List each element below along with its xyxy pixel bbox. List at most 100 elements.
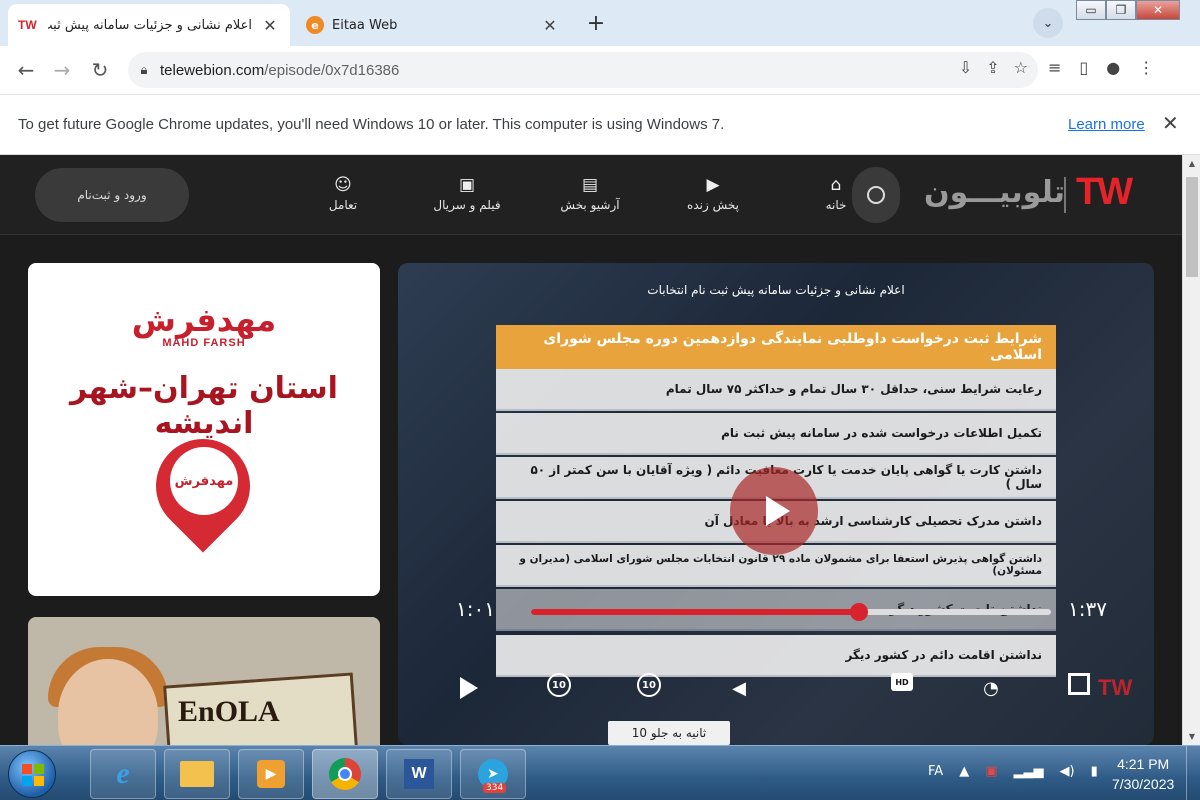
tab-close-icon[interactable]: ✕: [260, 16, 280, 35]
site-logo-text[interactable]: تلوبیـــون: [924, 175, 1065, 210]
power-icon[interactable]: ▮: [1091, 764, 1098, 779]
infobar-close-icon[interactable]: ✕: [1162, 111, 1179, 135]
ad-title: EnOLA: [178, 695, 280, 728]
play-button[interactable]: [454, 673, 484, 703]
video-player[interactable]: اعلام نشانی و جزئیات سامانه پیش ثبت نام …: [398, 263, 1154, 745]
nav-film-series[interactable]: ▣ فیلم و سریال: [422, 175, 512, 212]
volume-icon[interactable]: ◀: [724, 673, 754, 703]
quality-hd-button[interactable]: HD: [891, 673, 913, 691]
tab-telewebion[interactable]: TW اعلام نشانی و جزئیات سامانه پیش ثبت ن…: [8, 4, 290, 46]
new-tab-button[interactable]: +: [580, 8, 612, 38]
nav-interact[interactable]: ☺ تعامل: [298, 175, 388, 212]
tab-title: اعلام نشانی و جزئیات سامانه پیش ثبت نام: [48, 17, 252, 33]
site-logo-tw[interactable]: TW: [1076, 171, 1133, 214]
nav-live[interactable]: ▶ پخش زنده: [668, 175, 758, 212]
telegram-badge: 334: [483, 783, 507, 793]
network-error-icon[interactable]: ▣: [985, 764, 997, 779]
video-card-row: تکمیل اطلاعات درخواست شده در سامانه پیش …: [496, 413, 1056, 455]
video-card-row: رعایت شرایط سنی، حداقل ۳۰ سال تمام و حدا…: [496, 369, 1056, 411]
time-remaining: ۱:۰۱: [456, 597, 495, 621]
browser-tabstrip: TW اعلام نشانی و جزئیات سامانه پیش ثبت ن…: [0, 0, 1200, 46]
nav-label: آرشیو بخش: [560, 198, 620, 212]
fullscreen-button[interactable]: [1068, 673, 1090, 695]
signal-icon[interactable]: ▂▃▅: [1013, 764, 1043, 779]
language-indicator[interactable]: FA: [928, 764, 943, 779]
lock-icon[interactable]: 🔒︎: [128, 63, 160, 78]
telewebion-favicon: TW: [18, 18, 37, 32]
eitaa-icon: e: [306, 16, 324, 34]
windows-logo-icon: [22, 764, 44, 786]
tab-title: Eitaa Web: [332, 17, 398, 33]
volume-tray-icon[interactable]: ◀): [1059, 764, 1074, 779]
reading-list-icon[interactable]: ≡: [1048, 58, 1061, 77]
install-icon[interactable]: ⇩: [959, 58, 972, 77]
taskbar-ie[interactable]: e: [90, 749, 156, 799]
url-host: telewebion.com: [160, 61, 265, 79]
start-button[interactable]: [8, 750, 56, 798]
interact-icon: ☺: [334, 175, 352, 195]
taskbar-clock[interactable]: 4:21 PM 7/30/2023: [1112, 754, 1174, 794]
explorer-icon: [180, 761, 214, 787]
time-elapsed: ۱:۳۷: [1068, 597, 1107, 621]
scroll-down-icon[interactable]: ▼: [1183, 732, 1200, 741]
forward-button[interactable]: →: [48, 56, 76, 84]
chrome-menu-icon[interactable]: ⋮: [1138, 58, 1154, 77]
system-tray: FA ▲ ▣ ▂▃▅ ◀) ▮: [928, 764, 1098, 779]
site-search-button[interactable]: [852, 167, 900, 223]
login-button[interactable]: ورود و ثبت‌نام: [35, 168, 189, 222]
seek-handle[interactable]: [849, 603, 868, 621]
taskbar-word[interactable]: W: [386, 749, 452, 799]
share-icon[interactable]: ⇪: [986, 58, 999, 77]
show-hidden-icons[interactable]: ▲: [959, 764, 969, 779]
tab-close-icon[interactable]: ✕: [540, 16, 560, 35]
url-path: /episode/0x7d16386: [264, 61, 400, 79]
learn-more-link[interactable]: Learn more: [1068, 116, 1145, 133]
forward-10-button[interactable]: 10: [637, 673, 661, 697]
scroll-thumb[interactable]: [1186, 177, 1198, 277]
ad-brand-fa: مهدفرش: [131, 301, 277, 339]
seek-progress: [531, 609, 859, 615]
back-button[interactable]: ←: [12, 56, 40, 84]
show-desktop-button[interactable]: [1186, 746, 1200, 800]
pin-logo: مهدفرش: [170, 447, 238, 515]
seek-bar[interactable]: [531, 603, 1051, 621]
bookmark-star-icon[interactable]: ☆: [1014, 58, 1028, 77]
infobar-message: To get future Google Chrome updates, you…: [18, 116, 725, 133]
taskbar-telegram[interactable]: ➤ 334: [460, 749, 526, 799]
skip-tooltip: 10 ثانیه به جلو: [608, 721, 730, 745]
window-close-button[interactable]: ✕: [1136, 0, 1180, 20]
nav-label: فیلم و سریال: [433, 198, 501, 212]
side-panel-icon[interactable]: ▯: [1079, 58, 1088, 77]
scroll-up-icon[interactable]: ▲: [1183, 159, 1200, 168]
ad-enola[interactable]: EnOLA: [28, 617, 380, 745]
taskbar-chrome[interactable]: [312, 749, 378, 799]
address-bar[interactable]: 🔒︎ telewebion.com/episode/0x7d16386 ⇩ ⇪ …: [128, 52, 1038, 88]
nav-label: تعامل: [328, 198, 358, 212]
video-card-header: شرایط ثبت درخواست داوطلبی نمایندگی دوازد…: [496, 325, 1056, 369]
taskbar-media-player[interactable]: ▶: [238, 749, 304, 799]
big-play-button[interactable]: [730, 467, 818, 555]
telewebion-page: ورود و ثبت‌نام ☺ تعامل ▣ فیلم و سریال ▤ …: [0, 155, 1182, 745]
restore-button[interactable]: ❐: [1106, 0, 1136, 20]
clock-date: 7/30/2023: [1112, 776, 1175, 792]
search-icon: [867, 186, 885, 204]
word-icon: W: [404, 759, 434, 789]
page-scrollbar[interactable]: ▲ ▼: [1182, 155, 1200, 745]
ad-brand-en: MAHD FARSH: [162, 337, 246, 349]
speed-gauge-icon[interactable]: ◔: [976, 673, 1006, 703]
tab-eitaa[interactable]: e Eitaa Web ✕: [296, 4, 570, 46]
minimize-button[interactable]: ▭: [1076, 0, 1106, 20]
window-controls: ▭ ❐ ✕: [1076, 0, 1180, 22]
rewind-10-button[interactable]: 10: [547, 673, 571, 697]
windows-taskbar: e ▶ W ➤ 334 FA ▲ ▣ ▂▃▅ ◀) ▮ 4:21 PM 7/30…: [0, 745, 1200, 800]
nav-label: پخش زنده: [687, 198, 739, 212]
nav-archive[interactable]: ▤ آرشیو بخش: [545, 175, 635, 212]
ad-location-text: استان تهران–شهر اندیشه: [70, 371, 338, 441]
profile-icon[interactable]: ●: [1106, 58, 1120, 77]
reload-button[interactable]: ↻: [86, 56, 114, 84]
archive-icon: ▤: [581, 175, 599, 195]
ad-mahd-farsh[interactable]: مهدفرش MAHD FARSH استان تهران–شهر اندیشه…: [28, 263, 380, 596]
taskbar-explorer[interactable]: [164, 749, 230, 799]
video-title: اعلام نشانی و جزئیات سامانه پیش ثبت نام …: [647, 283, 905, 297]
tab-search-button[interactable]: ⌄: [1033, 8, 1063, 38]
